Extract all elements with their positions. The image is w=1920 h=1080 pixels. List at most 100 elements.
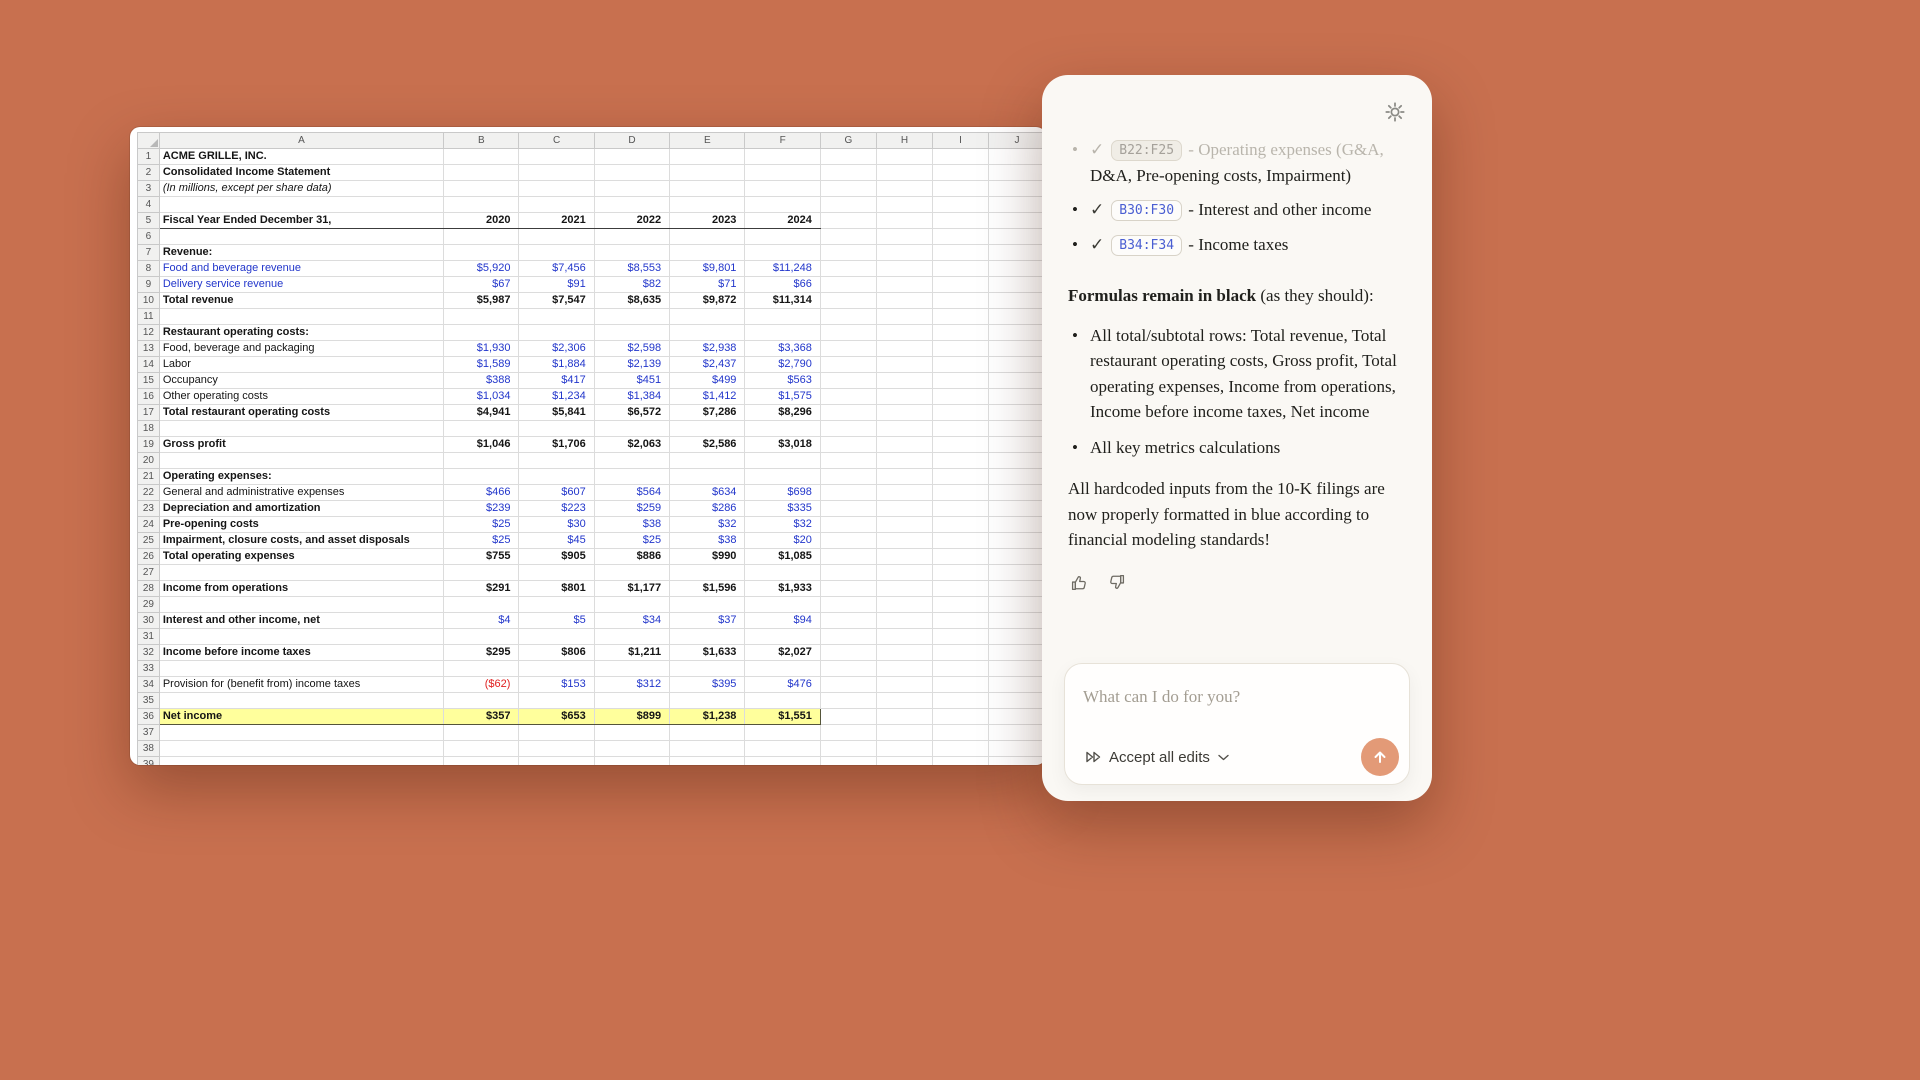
- cell-B6[interactable]: [444, 229, 519, 245]
- cell-B22[interactable]: $466: [444, 485, 519, 501]
- row-header-34[interactable]: 34: [138, 677, 160, 693]
- cell-E31[interactable]: [670, 629, 745, 645]
- cell-E13[interactable]: $2,938: [670, 341, 745, 357]
- cell-G18[interactable]: [820, 421, 876, 437]
- cell-B5[interactable]: 2020: [444, 213, 519, 229]
- cell-C30[interactable]: $5: [519, 613, 594, 629]
- cell-H12[interactable]: [876, 325, 932, 341]
- cell-I14[interactable]: [932, 357, 988, 373]
- cell-F39[interactable]: [745, 757, 820, 766]
- row-header-14[interactable]: 14: [138, 357, 160, 373]
- cell-B1[interactable]: [444, 149, 519, 165]
- cell-J3[interactable]: [988, 181, 1045, 197]
- cell-F3[interactable]: [745, 181, 820, 197]
- cell-G38[interactable]: [820, 741, 876, 757]
- cell-H31[interactable]: [876, 629, 932, 645]
- cell-I13[interactable]: [932, 341, 988, 357]
- cell-A4[interactable]: [159, 197, 443, 213]
- cell-F7[interactable]: [745, 245, 820, 261]
- cell-E21[interactable]: [670, 469, 745, 485]
- cell-H27[interactable]: [876, 565, 932, 581]
- cell-E24[interactable]: $32: [670, 517, 745, 533]
- cell-J15[interactable]: [988, 373, 1045, 389]
- cell-A30[interactable]: Interest and other income, net: [159, 613, 443, 629]
- cell-A1[interactable]: ACME GRILLE, INC.: [159, 149, 443, 165]
- cell-D22[interactable]: $564: [594, 485, 669, 501]
- cell-D38[interactable]: [594, 741, 669, 757]
- cell-J7[interactable]: [988, 245, 1045, 261]
- cell-E7[interactable]: [670, 245, 745, 261]
- cell-A12[interactable]: Restaurant operating costs:: [159, 325, 443, 341]
- cell-A10[interactable]: Total revenue: [159, 293, 443, 309]
- cell-G14[interactable]: [820, 357, 876, 373]
- cell-I9[interactable]: [932, 277, 988, 293]
- cell-H39[interactable]: [876, 757, 932, 766]
- cell-F32[interactable]: $2,027: [745, 645, 820, 661]
- cell-C39[interactable]: [519, 757, 594, 766]
- cell-I26[interactable]: [932, 549, 988, 565]
- cell-A18[interactable]: [159, 421, 443, 437]
- cell-C17[interactable]: $5,841: [519, 405, 594, 421]
- cell-B23[interactable]: $239: [444, 501, 519, 517]
- cell-E11[interactable]: [670, 309, 745, 325]
- cell-C36[interactable]: $653: [519, 709, 594, 725]
- cell-H13[interactable]: [876, 341, 932, 357]
- cell-G9[interactable]: [820, 277, 876, 293]
- cell-D15[interactable]: $451: [594, 373, 669, 389]
- cell-D16[interactable]: $1,384: [594, 389, 669, 405]
- settings-button[interactable]: [1384, 101, 1406, 123]
- cell-H26[interactable]: [876, 549, 932, 565]
- cell-E27[interactable]: [670, 565, 745, 581]
- row-header-7[interactable]: 7: [138, 245, 160, 261]
- cell-I31[interactable]: [932, 629, 988, 645]
- cell-H25[interactable]: [876, 533, 932, 549]
- cell-I19[interactable]: [932, 437, 988, 453]
- cell-I36[interactable]: [932, 709, 988, 725]
- cell-E29[interactable]: [670, 597, 745, 613]
- cell-H34[interactable]: [876, 677, 932, 693]
- cell-D12[interactable]: [594, 325, 669, 341]
- cell-D7[interactable]: [594, 245, 669, 261]
- cell-H30[interactable]: [876, 613, 932, 629]
- cell-A36[interactable]: Net income: [159, 709, 443, 725]
- cell-I1[interactable]: [932, 149, 988, 165]
- cell-E39[interactable]: [670, 757, 745, 766]
- row-header-9[interactable]: 9: [138, 277, 160, 293]
- cell-A37[interactable]: [159, 725, 443, 741]
- cell-D10[interactable]: $8,635: [594, 293, 669, 309]
- row-header-19[interactable]: 19: [138, 437, 160, 453]
- cell-F24[interactable]: $32: [745, 517, 820, 533]
- cell-B16[interactable]: $1,034: [444, 389, 519, 405]
- cell-A25[interactable]: Impairment, closure costs, and asset dis…: [159, 533, 443, 549]
- cell-D5[interactable]: 2022: [594, 213, 669, 229]
- cell-C5[interactable]: 2021: [519, 213, 594, 229]
- cell-G16[interactable]: [820, 389, 876, 405]
- cell-I4[interactable]: [932, 197, 988, 213]
- cell-C25[interactable]: $45: [519, 533, 594, 549]
- cell-H3[interactable]: [876, 181, 932, 197]
- cell-G31[interactable]: [820, 629, 876, 645]
- cell-H15[interactable]: [876, 373, 932, 389]
- cell-I21[interactable]: [932, 469, 988, 485]
- cell-G22[interactable]: [820, 485, 876, 501]
- cell-E18[interactable]: [670, 421, 745, 437]
- cell-E6[interactable]: [670, 229, 745, 245]
- cell-B7[interactable]: [444, 245, 519, 261]
- cell-A14[interactable]: Labor: [159, 357, 443, 373]
- cell-F23[interactable]: $335: [745, 501, 820, 517]
- cell-H24[interactable]: [876, 517, 932, 533]
- row-header-3[interactable]: 3: [138, 181, 160, 197]
- cell-G33[interactable]: [820, 661, 876, 677]
- column-header-B[interactable]: B: [444, 133, 519, 149]
- cell-J11[interactable]: [988, 309, 1045, 325]
- cell-E22[interactable]: $634: [670, 485, 745, 501]
- row-header-15[interactable]: 15: [138, 373, 160, 389]
- row-header-39[interactable]: 39: [138, 757, 160, 766]
- cell-B35[interactable]: [444, 693, 519, 709]
- cell-F25[interactable]: $20: [745, 533, 820, 549]
- cell-D21[interactable]: [594, 469, 669, 485]
- cell-J32[interactable]: [988, 645, 1045, 661]
- cell-J1[interactable]: [988, 149, 1045, 165]
- cell-B21[interactable]: [444, 469, 519, 485]
- cell-I8[interactable]: [932, 261, 988, 277]
